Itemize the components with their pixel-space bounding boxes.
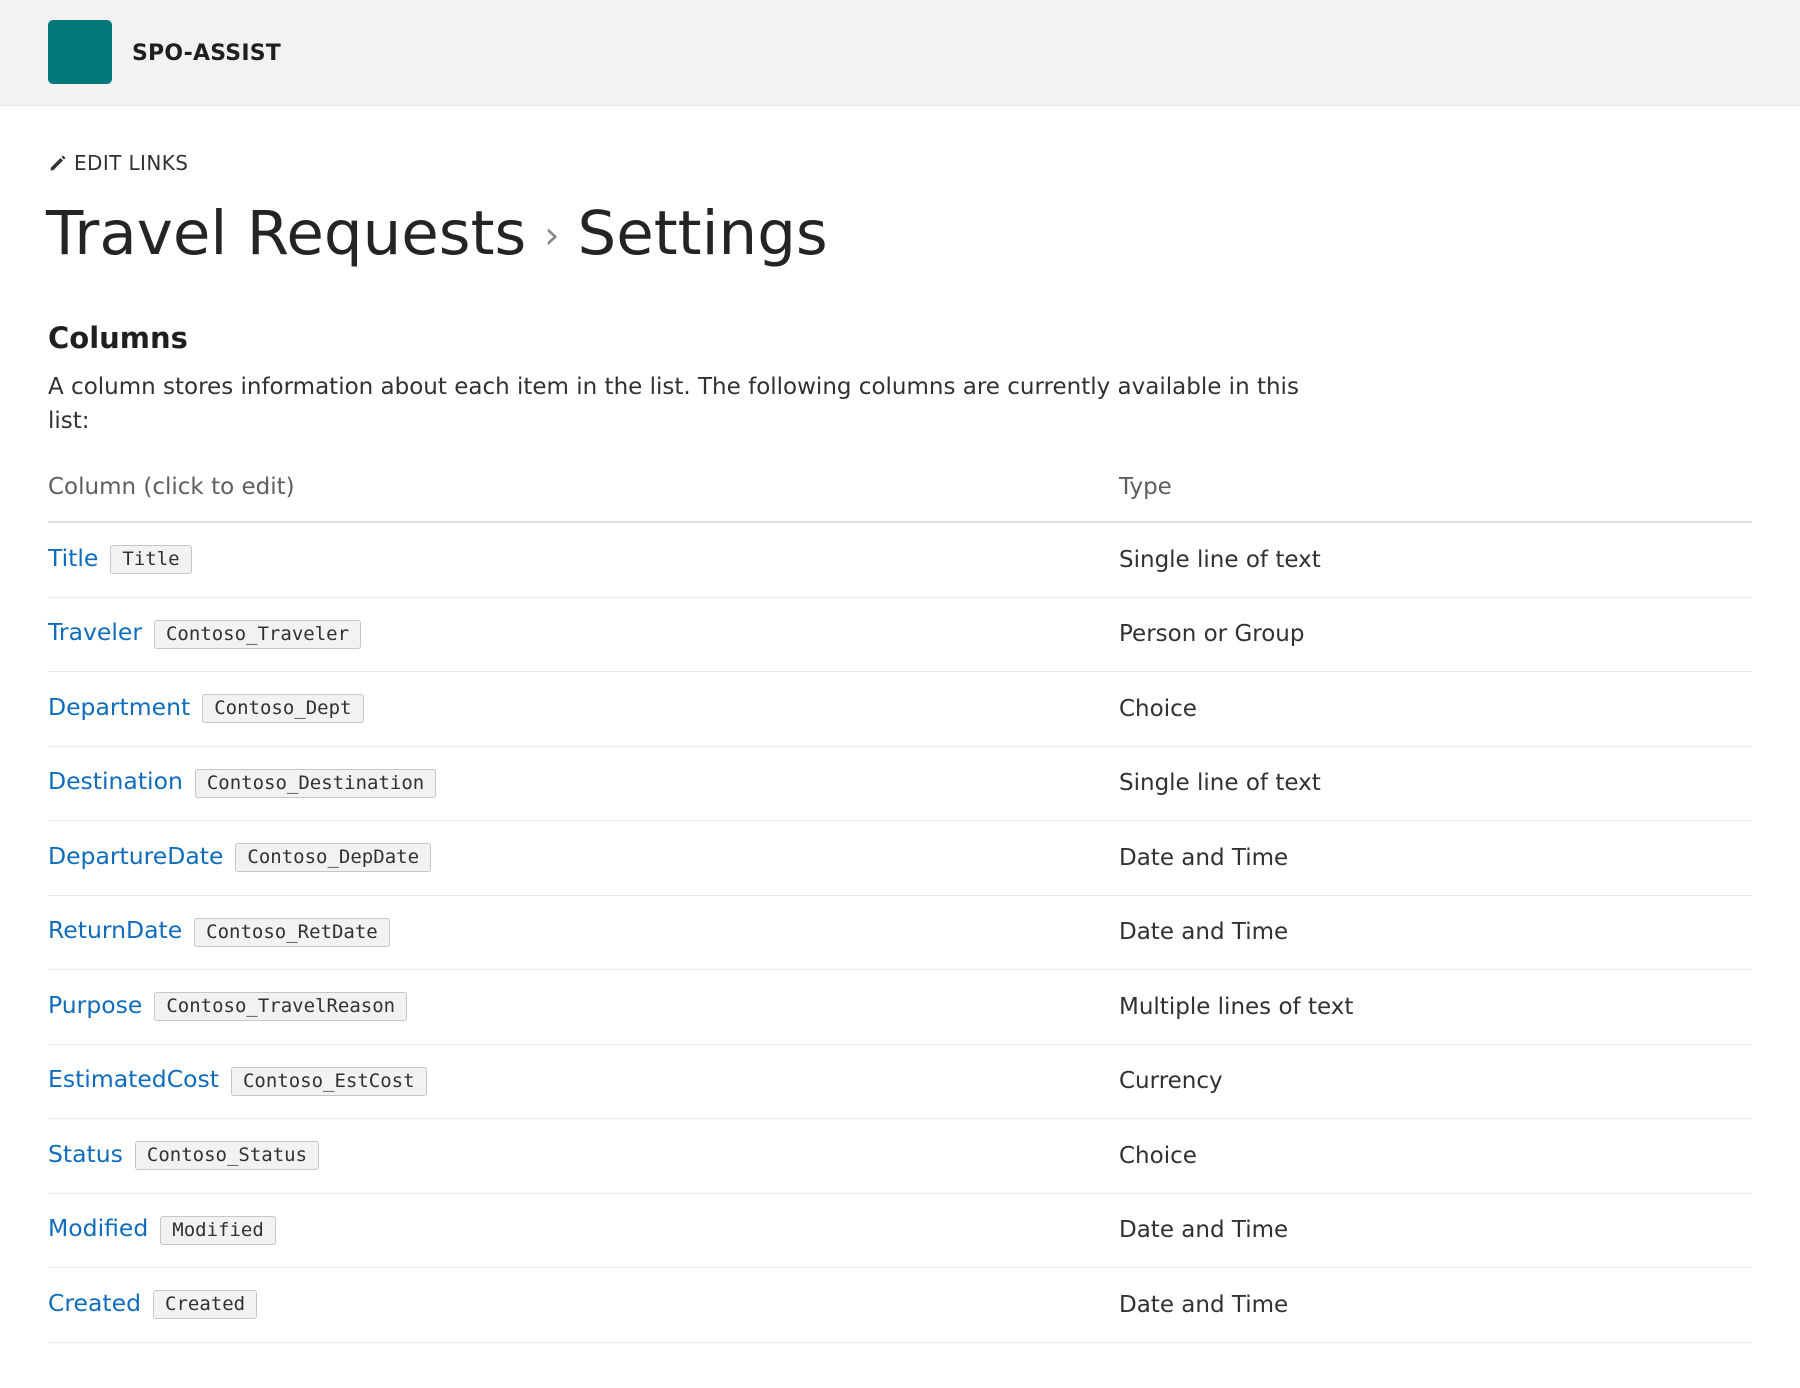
columns-description: A column stores information about each i…	[48, 374, 1299, 434]
suite-bar: SPO-ASSIST	[0, 0, 1800, 106]
column-link-created[interactable]: Created	[48, 1289, 141, 1317]
column-type: Choice	[1119, 695, 1197, 722]
column-type: Single line of text	[1119, 546, 1321, 573]
column-link-destination[interactable]: Destination	[48, 767, 183, 795]
pencil-icon	[48, 150, 74, 176]
internal-name-badge: Modified	[160, 1215, 276, 1245]
column-type: Single line of text	[1119, 770, 1321, 797]
internal-name-badge: Contoso_RetDate	[194, 917, 390, 947]
site-name[interactable]: SPO-ASSIST	[132, 39, 281, 69]
column-link-title[interactable]: Title	[48, 544, 98, 572]
table-row: Destination Contoso_Destination Single l…	[48, 747, 1752, 821]
table-row: Status Contoso_Status Choice	[48, 1119, 1752, 1194]
column-type: Date and Time	[1119, 1291, 1289, 1318]
table-row: Department Contoso_Dept Choice	[48, 672, 1752, 747]
column-link-department[interactable]: Department	[48, 693, 190, 721]
column-link-traveler[interactable]: Traveler	[48, 618, 142, 646]
internal-name-badge: Contoso_TravelReason	[154, 992, 408, 1022]
table-row: Traveler Contoso_Traveler Person or Grou…	[48, 598, 1752, 672]
column-header-type: Type	[1119, 474, 1172, 500]
breadcrumb-list-name[interactable]: Travel Requests	[46, 196, 526, 272]
site-logo[interactable]	[48, 20, 112, 84]
column-link-modified[interactable]: Modified	[48, 1214, 148, 1242]
edit-links-button[interactable]: EDIT LINKS	[48, 150, 188, 176]
edit-links-label: EDIT LINKS	[74, 151, 189, 175]
table-header: Column (click to edit) Type	[48, 453, 1752, 523]
internal-name-badge: Contoso_Status	[134, 1141, 320, 1171]
table-row: DepartureDate Contoso_DepDate Date and T…	[48, 821, 1752, 896]
internal-name-badge: Contoso_Destination	[194, 768, 437, 798]
page-title: Travel Requests › Settings	[46, 196, 828, 279]
column-link-estimatedcost[interactable]: EstimatedCost	[48, 1065, 219, 1093]
column-type: Date and Time	[1119, 919, 1289, 946]
table-row: EstimatedCost Contoso_EstCost Currency	[48, 1045, 1752, 1119]
column-link-returndate[interactable]: ReturnDate	[48, 916, 182, 944]
column-link-departuredate[interactable]: DepartureDate	[48, 842, 223, 870]
table-row: ReturnDate Contoso_RetDate Date and Time	[48, 896, 1752, 970]
column-type: Date and Time	[1119, 844, 1289, 871]
internal-name-badge: Contoso_EstCost	[230, 1066, 427, 1096]
table-row: Title Title Single line of text	[48, 523, 1752, 598]
columns-table: Column (click to edit) Type Title Title …	[48, 453, 1752, 1343]
column-type: Currency	[1119, 1068, 1223, 1095]
columns-heading: Columns	[48, 321, 188, 355]
internal-name-badge: Contoso_DepDate	[235, 843, 432, 873]
table-row: Purpose Contoso_TravelReason Multiple li…	[48, 970, 1752, 1045]
column-type: Multiple lines of text	[1119, 993, 1354, 1020]
breadcrumb-current-page: Settings	[577, 198, 828, 269]
column-link-purpose[interactable]: Purpose	[48, 991, 142, 1019]
chevron-right-icon: ›	[544, 213, 560, 257]
column-link-status[interactable]: Status	[48, 1140, 123, 1168]
internal-name-badge: Contoso_Dept	[202, 694, 364, 724]
internal-name-badge: Contoso_Traveler	[153, 619, 362, 649]
column-type: Person or Group	[1119, 621, 1305, 648]
column-type: Date and Time	[1119, 1217, 1289, 1244]
column-header-name: Column (click to edit)	[48, 474, 295, 500]
table-row: Created Created Date and Time	[48, 1268, 1752, 1343]
internal-name-badge: Created	[153, 1290, 258, 1320]
internal-name-badge: Title	[110, 545, 192, 575]
table-row: Modified Modified Date and Time	[48, 1194, 1752, 1268]
column-type: Choice	[1119, 1142, 1197, 1169]
